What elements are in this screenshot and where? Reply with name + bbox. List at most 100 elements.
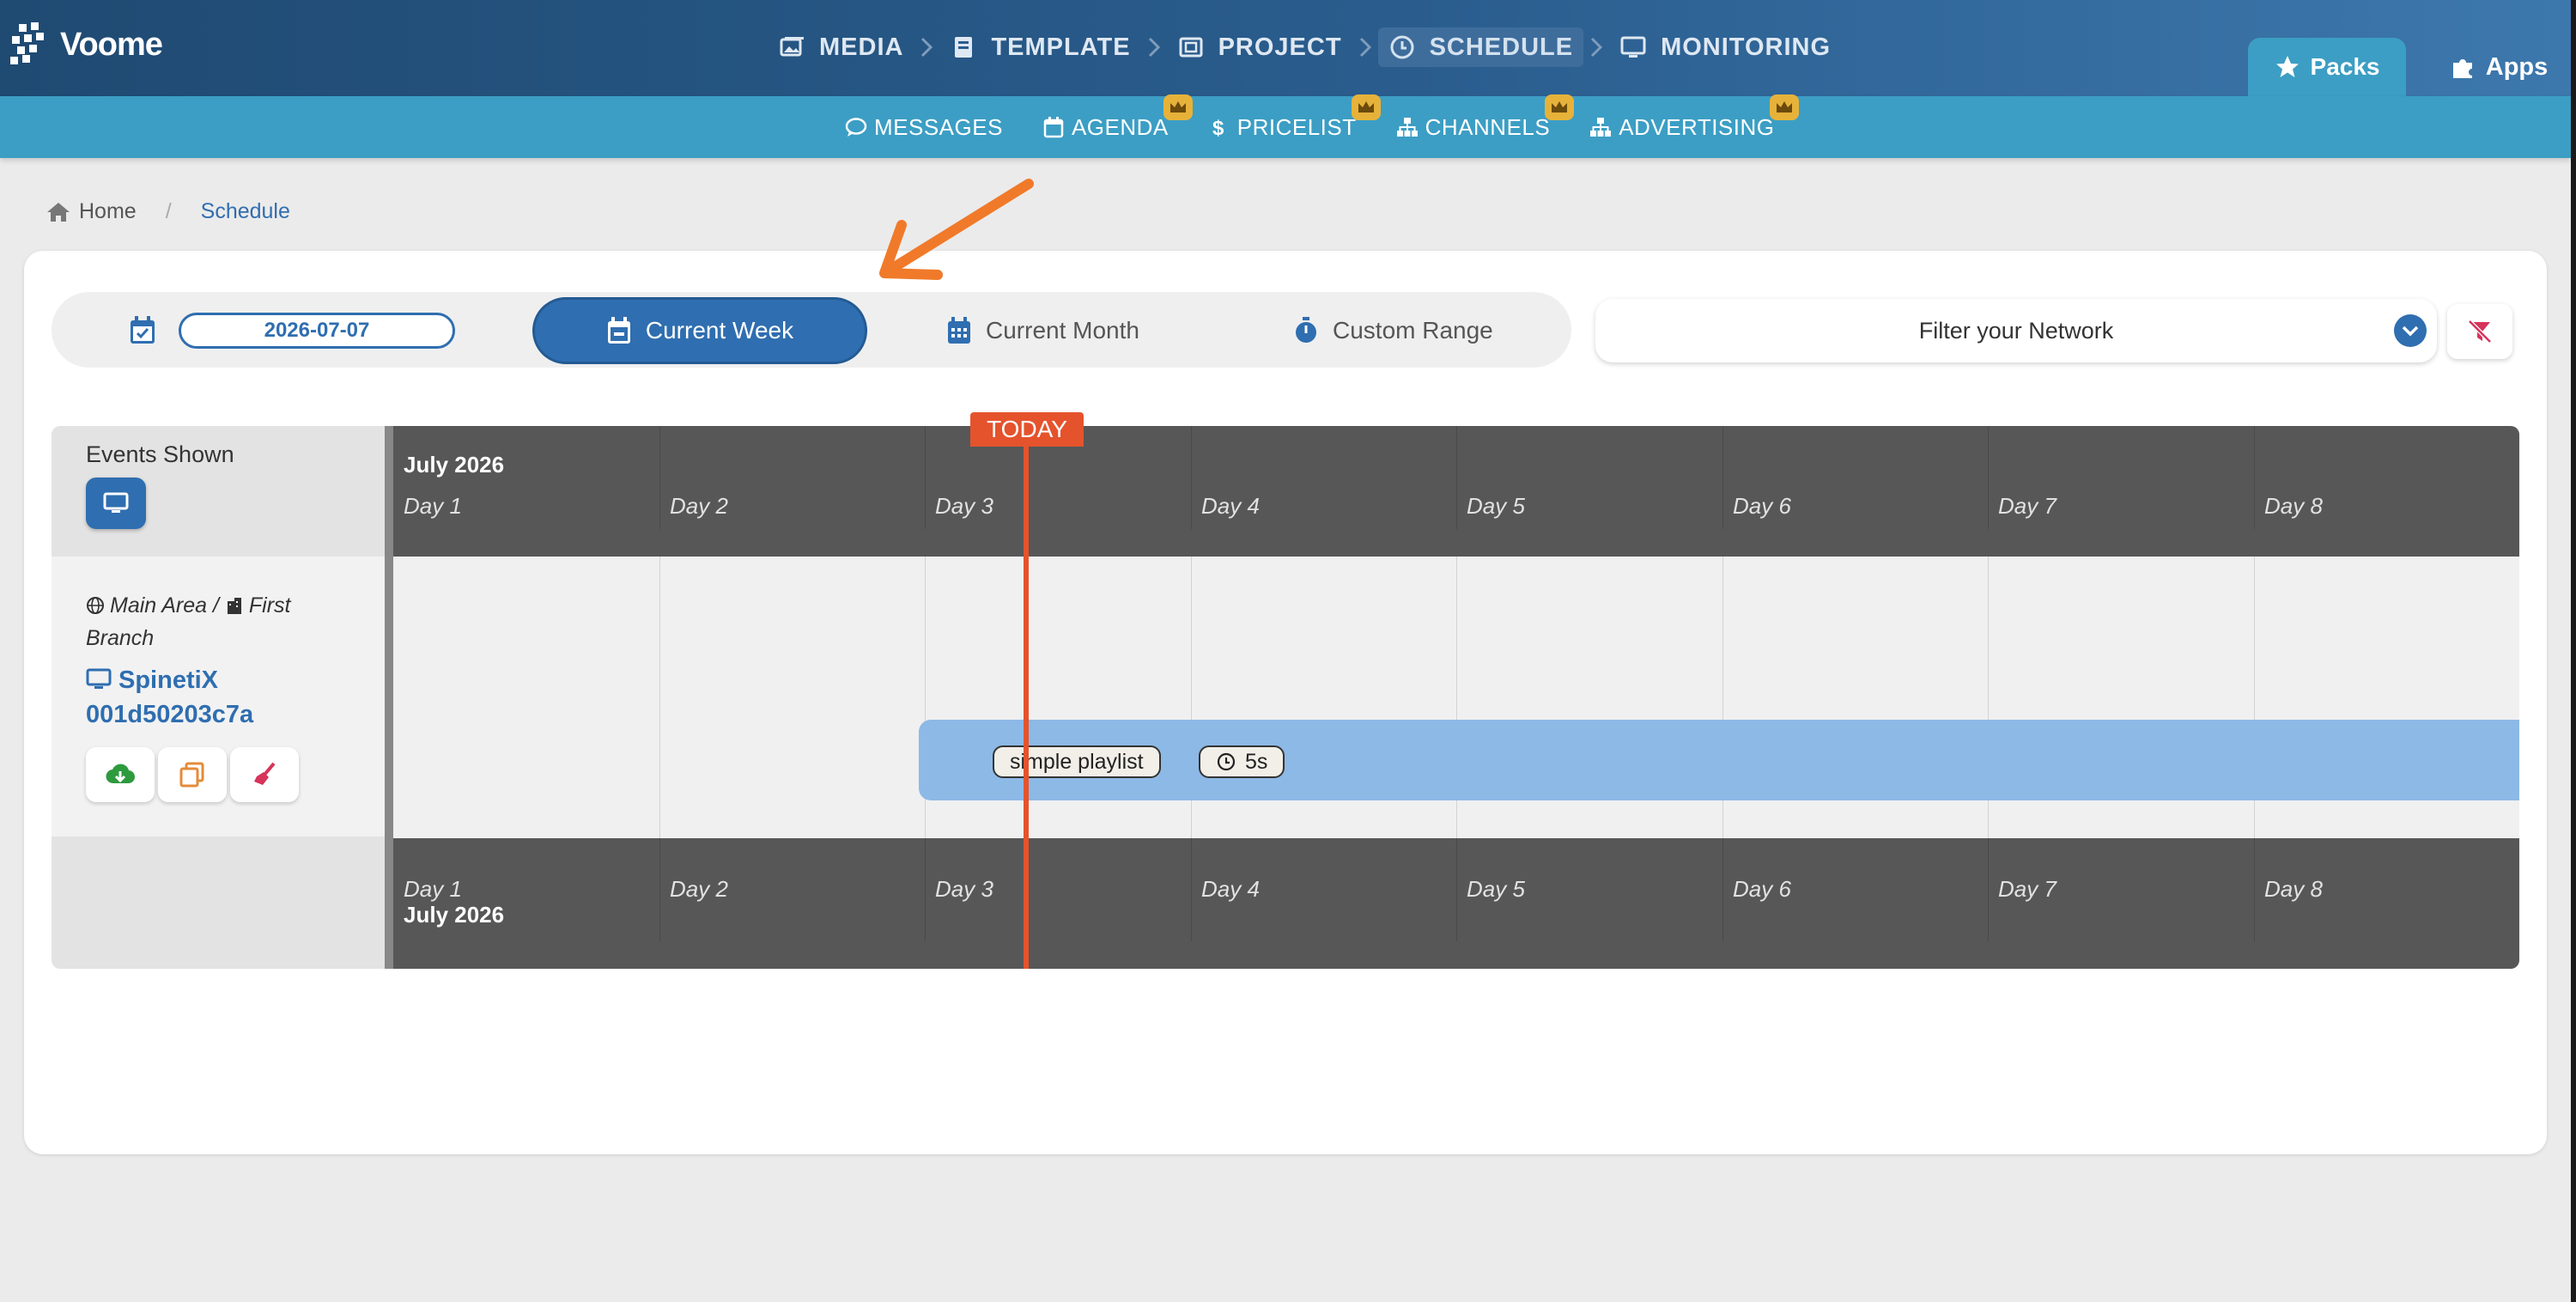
calendar-icon (1043, 117, 1064, 138)
filter-slash-icon (2468, 319, 2492, 344)
clock-icon (1390, 35, 1414, 59)
svg-text:$: $ (1212, 117, 1224, 138)
current-month-button[interactable]: Current Month (946, 297, 1139, 364)
subnav-channels-label: CHANNELS (1425, 113, 1551, 140)
breadcrumb: Home / Schedule (46, 199, 290, 224)
playlist-name: simple playlist (1010, 749, 1144, 774)
events-shown-toggle[interactable] (86, 478, 146, 529)
tab-apps[interactable]: Apps (2430, 38, 2567, 96)
crown-icon (1545, 94, 1575, 120)
day-column-divider (1722, 426, 1723, 529)
footer-day-label: Day 2 (670, 876, 728, 902)
device-name-line2: 001d50203c7a (86, 701, 254, 728)
subnav-advertising-label: ADVERTISING (1619, 113, 1775, 140)
footer-day-label: Day 5 (1467, 876, 1525, 902)
chevron-right-icon (919, 36, 934, 58)
duration-badge: 5s (1199, 745, 1285, 778)
star-icon (2275, 56, 2299, 77)
calendar-grid-icon (948, 317, 970, 344)
subnav-agenda[interactable]: AGENDA (1042, 94, 1193, 144)
calendar-check-icon[interactable] (129, 316, 156, 345)
nav-monitoring[interactable]: MONITORING (1609, 27, 1841, 67)
date-input[interactable] (179, 313, 455, 349)
clear-schedule-button[interactable] (230, 747, 299, 802)
monitor-icon (103, 492, 129, 513)
duration-value: 5s (1245, 749, 1268, 774)
breadcrumb-separator: / (165, 199, 172, 223)
nav-monitoring-label: MONITORING (1661, 33, 1832, 61)
nav-template-label: TEMPLATE (991, 33, 1131, 61)
footer-day-label: Day 8 (2264, 876, 2323, 902)
header-day-label: Day 3 (935, 493, 993, 519)
timeline-grid: July 2026 July 2026 simple playlist 5s D… (393, 426, 2519, 969)
subnav-pricelist-label: PRICELIST (1236, 113, 1357, 140)
subnav-channels[interactable]: CHANNELS (1396, 94, 1575, 144)
stopwatch-icon (1296, 317, 1316, 343)
breadcrumb-current: Schedule (200, 199, 290, 223)
nav-media-label: MEDIA (819, 33, 904, 61)
header-day-label: Day 2 (670, 493, 728, 519)
monitor-icon (86, 668, 112, 689)
annotation-arrow-icon (879, 179, 1034, 280)
sitemap-icon (1396, 118, 1418, 137)
cloud-download-icon (106, 764, 135, 784)
header-day-label: Day 5 (1467, 493, 1525, 519)
device-link[interactable]: SpinetiX 001d50203c7a (86, 663, 378, 732)
playlist-badge[interactable]: simple playlist (993, 745, 1161, 778)
today-marker-label: TODAY (970, 412, 1084, 447)
footer-day-label: Day 3 (935, 876, 993, 902)
device-name-line1: SpinetiX (118, 666, 219, 694)
footer-day-label: Day 4 (1201, 876, 1260, 902)
day-column-divider (1191, 838, 1192, 941)
main-nav: MEDIA TEMPLATE PROJECT SCHEDULE MONITORI… (768, 26, 1841, 69)
header-day-label: Day 4 (1201, 493, 1260, 519)
voome-logo-icon (10, 22, 44, 64)
nav-project[interactable]: PROJECT (1167, 27, 1352, 67)
day-column-divider (1722, 838, 1723, 941)
download-button[interactable] (86, 747, 155, 802)
chevron-right-icon (1146, 36, 1162, 58)
brand-logo[interactable]: Voome (7, 19, 163, 70)
column-divider[interactable] (385, 426, 393, 969)
window-edge (2571, 0, 2576, 1302)
copy-button[interactable] (158, 747, 227, 802)
footer-month: July 2026 (404, 902, 505, 928)
footer-day-label: Day 7 (1998, 876, 2057, 902)
chevron-down-icon[interactable] (2394, 314, 2427, 347)
calendar-minus-icon (607, 317, 630, 344)
crown-icon (1351, 94, 1381, 120)
current-month-label: Current Month (986, 317, 1139, 344)
day-column-divider (925, 838, 926, 941)
sub-navbar: MESSAGES AGENDA $ PRICELIST CHANNELS ADV… (0, 94, 2571, 158)
nav-schedule[interactable]: SCHEDULE (1377, 27, 1584, 67)
tab-packs-label: Packs (2310, 53, 2380, 80)
network-filter-select[interactable]: Filter your Network (1595, 299, 2437, 362)
images-icon (780, 37, 804, 57)
breadcrumb-home-label: Home (79, 199, 137, 223)
nav-media[interactable]: MEDIA (768, 27, 914, 67)
nav-template[interactable]: TEMPLATE (939, 27, 1140, 67)
crown-icon (1769, 94, 1799, 120)
custom-range-button[interactable]: Custom Range (1293, 297, 1493, 364)
day-column-divider (2254, 838, 2255, 941)
subnav-pricelist[interactable]: $ PRICELIST (1208, 94, 1381, 144)
project-icon (1179, 37, 1203, 58)
header-day-label: Day 7 (1998, 493, 2057, 519)
today-marker-line (1024, 443, 1029, 969)
globe-icon (87, 597, 104, 614)
building-icon (227, 598, 241, 614)
brand-name: Voome (60, 26, 163, 63)
day-column-divider (1456, 838, 1457, 941)
network-filter-placeholder: Filter your Network (1918, 317, 2114, 344)
tab-packs[interactable]: Packs (2248, 38, 2406, 96)
header-day-label: Day 1 (404, 493, 462, 519)
book-icon (955, 37, 973, 58)
subnav-messages[interactable]: MESSAGES (845, 110, 1003, 144)
sitemap-icon (1590, 118, 1612, 137)
clear-filter-button[interactable] (2447, 304, 2512, 359)
breadcrumb-home[interactable]: Home (46, 199, 137, 224)
subnav-messages-label: MESSAGES (874, 113, 1003, 140)
puzzle-icon (2452, 59, 2472, 78)
current-week-button[interactable]: Current Week (532, 297, 867, 364)
subnav-advertising[interactable]: ADVERTISING (1589, 94, 1799, 144)
